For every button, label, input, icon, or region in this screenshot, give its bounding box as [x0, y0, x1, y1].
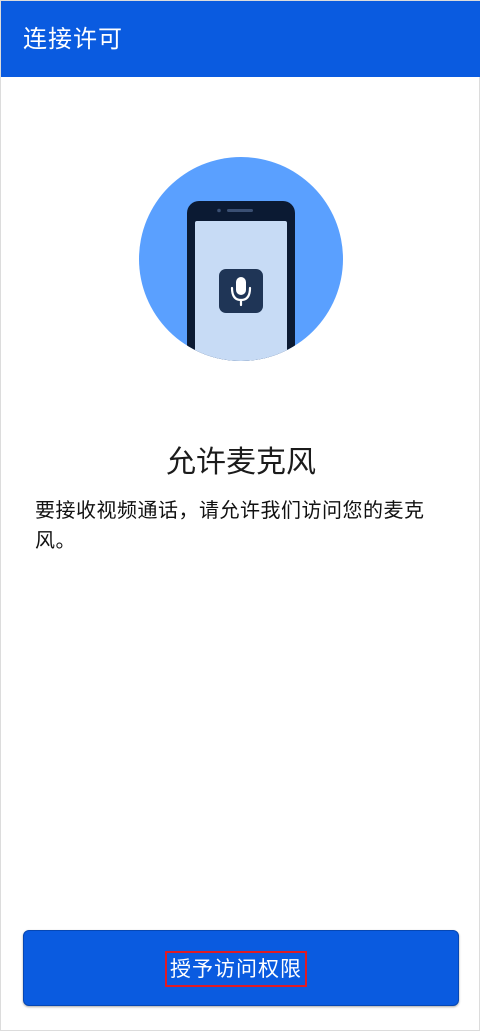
page-title: 连接许可 — [23, 25, 123, 53]
permission-heading: 允许麦克风 — [166, 445, 316, 480]
microphone-permission-illustration — [139, 157, 343, 361]
grant-access-button-label: 授予访问权限 — [165, 951, 307, 987]
screen: 连接许可 允许麦克风 要接收视频通话，请允许我们访问您的麦克风。 授予访问权限 — [0, 0, 480, 1031]
grant-access-button[interactable]: 授予访问权限 — [23, 930, 459, 1006]
permission-description: 要接收视频通话，请允许我们访问您的麦克风。 — [35, 498, 425, 552]
app-bar: 连接许可 — [1, 1, 480, 77]
microphone-icon — [219, 269, 263, 313]
illustration-graphic — [139, 157, 343, 361]
